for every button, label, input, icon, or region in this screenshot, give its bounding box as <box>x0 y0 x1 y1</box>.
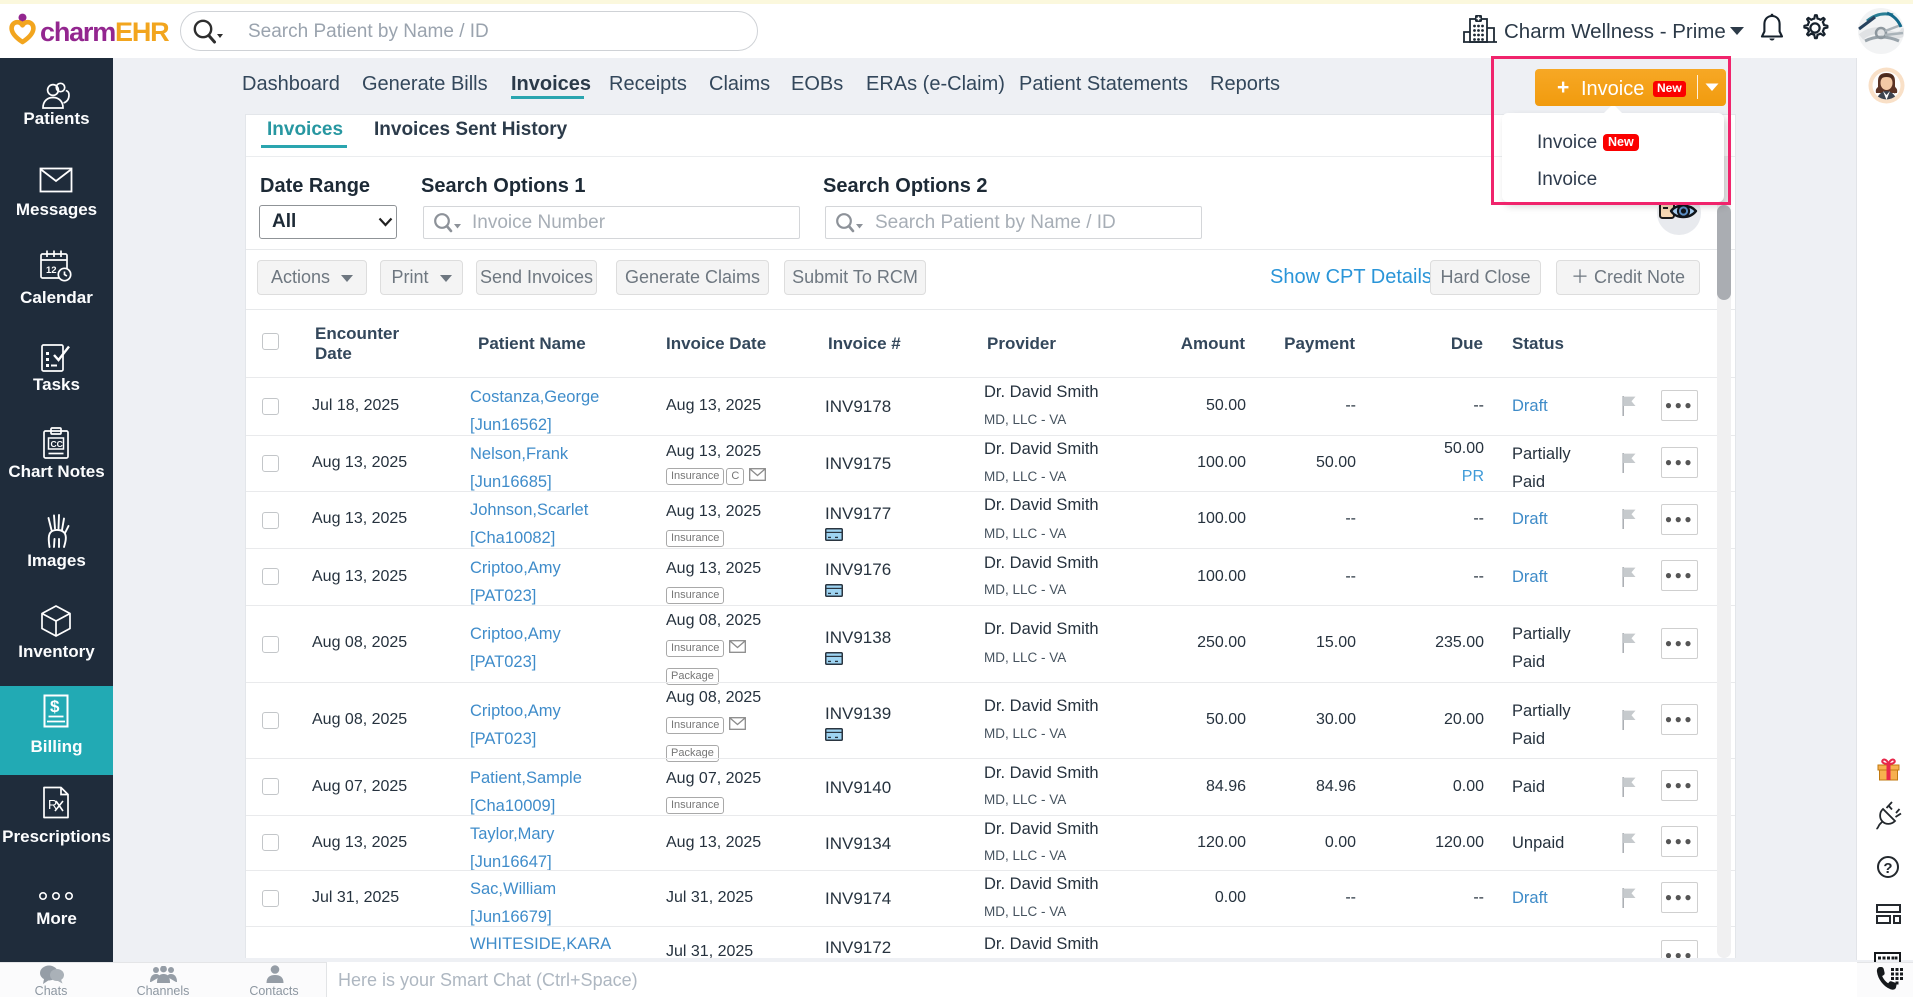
svg-text:CC: CC <box>51 439 63 449</box>
svg-text:$: $ <box>50 697 60 716</box>
svg-text:12: 12 <box>46 265 57 276</box>
